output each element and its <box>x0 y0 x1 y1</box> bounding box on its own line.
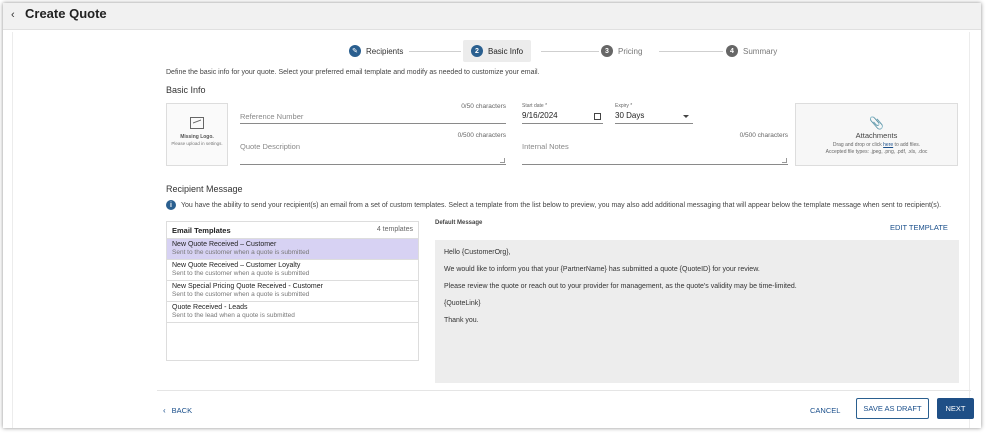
step-pricing[interactable]: 3 Pricing <box>601 40 642 62</box>
chevron-left-icon: ‹ <box>163 406 166 415</box>
pencil-icon: ✎ <box>349 45 361 57</box>
cancel-button[interactable]: CANCEL <box>810 406 840 415</box>
description-placeholder: Quote Description <box>240 142 301 151</box>
notes-counter: 0/500 characters <box>739 132 788 139</box>
create-quote-window: ‹ Create Quote ✎ Recipients 2 Basic Info… <box>3 3 981 428</box>
templates-header: Email Templates 4 templates <box>167 222 418 239</box>
expiry-select[interactable]: Expiry * 30 Days <box>615 103 693 124</box>
resize-handle-icon[interactable] <box>782 158 787 163</box>
template-desc: Sent to the lead when a quote is submitt… <box>172 312 295 319</box>
step-number: 3 <box>601 45 613 57</box>
template-desc: Sent to the customer when a quote is sub… <box>172 270 310 277</box>
start-date-label: Start date * <box>522 103 548 109</box>
templates-header-title: Email Templates <box>172 226 231 235</box>
info-icon: i <box>166 200 176 210</box>
quote-description-input[interactable]: Quote Description <box>240 139 506 165</box>
message-line: We would like to inform you that your {P… <box>444 266 760 273</box>
stepper-connector <box>541 51 599 52</box>
message-line: Thank you. <box>444 317 479 324</box>
paperclip-icon: 📎 <box>869 116 884 130</box>
template-desc: Sent to the customer when a quote is sub… <box>172 249 310 256</box>
start-date-value: 9/16/2024 <box>522 111 558 120</box>
quote-form-card: ✎ Recipients 2 Basic Info 3 Pricing 4 Su… <box>12 32 974 428</box>
back-button[interactable]: ‹ BACK <box>163 406 192 415</box>
image-icon <box>190 117 204 129</box>
reference-counter: 0/50 characters <box>461 103 506 110</box>
attachments-instructions: Drag and drop or click here to add files… <box>796 142 957 148</box>
step-basic-info[interactable]: 2 Basic Info <box>463 40 532 62</box>
internal-notes-input[interactable]: Internal Notes <box>522 139 788 165</box>
template-item[interactable]: New Quote Received – Customer Sent to th… <box>167 239 418 260</box>
resize-handle-icon[interactable] <box>500 158 505 163</box>
save-as-draft-button[interactable]: SAVE AS DRAFT <box>856 398 929 419</box>
templates-count: 4 templates <box>376 226 413 233</box>
step-summary[interactable]: 4 Summary <box>726 40 777 62</box>
recipient-info-text: You have the ability to send your recipi… <box>181 201 942 209</box>
footer-divider <box>157 390 971 391</box>
recipient-message-title: Recipient Message <box>166 184 243 194</box>
start-date-input[interactable]: Start date * 9/16/2024 <box>522 103 603 124</box>
expiry-label: Expiry * <box>615 103 633 109</box>
edit-template-button[interactable]: EDIT TEMPLATE <box>890 223 948 232</box>
step-number: 4 <box>726 45 738 57</box>
expiry-value: 30 Days <box>615 111 645 120</box>
step-number: 2 <box>471 45 483 57</box>
step-label: Recipients <box>366 46 404 56</box>
attachments-here-link[interactable]: here <box>883 142 893 148</box>
template-item[interactable]: Quote Received - Leads Sent to the lead … <box>167 302 418 323</box>
page-title: Create Quote <box>25 6 107 21</box>
default-message-label: Default Message <box>435 220 483 226</box>
message-line: Hello {CustomerOrg}, <box>444 249 511 256</box>
upload-hint-text: Please upload in settings. <box>171 141 223 146</box>
message-line: {QuoteLink} <box>444 300 481 307</box>
attachments-prefix: Drag and drop or click <box>832 142 884 148</box>
stepper-connector <box>409 51 461 52</box>
reference-number-input[interactable]: Reference Number <box>240 110 506 124</box>
template-name: New Special Pricing Quote Received - Cus… <box>172 283 323 290</box>
next-button[interactable]: NEXT <box>937 398 974 419</box>
template-desc: Sent to the customer when a quote is sub… <box>172 291 310 298</box>
email-templates-list: Email Templates 4 templates New Quote Re… <box>166 221 419 361</box>
step-label: Summary <box>743 46 778 56</box>
stepper-connector <box>659 51 723 52</box>
template-name: Quote Received - Leads <box>172 304 248 311</box>
basic-info-title: Basic Info <box>166 85 206 95</box>
attachments-types: Accepted file types: .jpeg, .png, .pdf, … <box>825 149 928 155</box>
default-message-preview: Hello {CustomerOrg}, We would like to in… <box>435 240 959 383</box>
message-line: Please review the quote or reach out to … <box>444 283 797 290</box>
template-item[interactable]: New Special Pricing Quote Received - Cus… <box>167 281 418 302</box>
notes-placeholder: Internal Notes <box>522 142 569 151</box>
logo-placeholder: Missing Logo. Please upload in settings. <box>166 103 228 166</box>
instructions-text: Define the basic info for your quote. Se… <box>166 69 540 76</box>
missing-logo-text: Missing Logo. <box>180 134 214 140</box>
chevron-down-icon <box>683 115 689 118</box>
attachments-suffix: to add files. <box>893 142 921 148</box>
reference-placeholder: Reference Number <box>240 112 304 121</box>
recipient-info-row: i You have the ability to send your reci… <box>166 200 941 210</box>
back-label: BACK <box>171 406 193 415</box>
template-name: New Quote Received – Customer Loyalty <box>172 262 301 269</box>
description-counter: 0/500 characters <box>457 132 506 139</box>
attachments-dropzone[interactable]: 📎 Attachments Drag and drop or click her… <box>795 103 958 166</box>
top-bar: ‹ Create Quote <box>3 3 981 30</box>
step-label: Pricing <box>618 46 643 56</box>
template-item[interactable]: New Quote Received – Customer Loyalty Se… <box>167 260 418 281</box>
calendar-icon[interactable] <box>594 113 601 120</box>
step-recipients[interactable]: ✎ Recipients <box>349 40 403 62</box>
template-name: New Quote Received – Customer <box>172 241 277 248</box>
back-chevron-icon[interactable]: ‹ <box>11 9 15 21</box>
step-label: Basic Info <box>488 46 524 56</box>
attachments-title: Attachments <box>855 131 898 140</box>
